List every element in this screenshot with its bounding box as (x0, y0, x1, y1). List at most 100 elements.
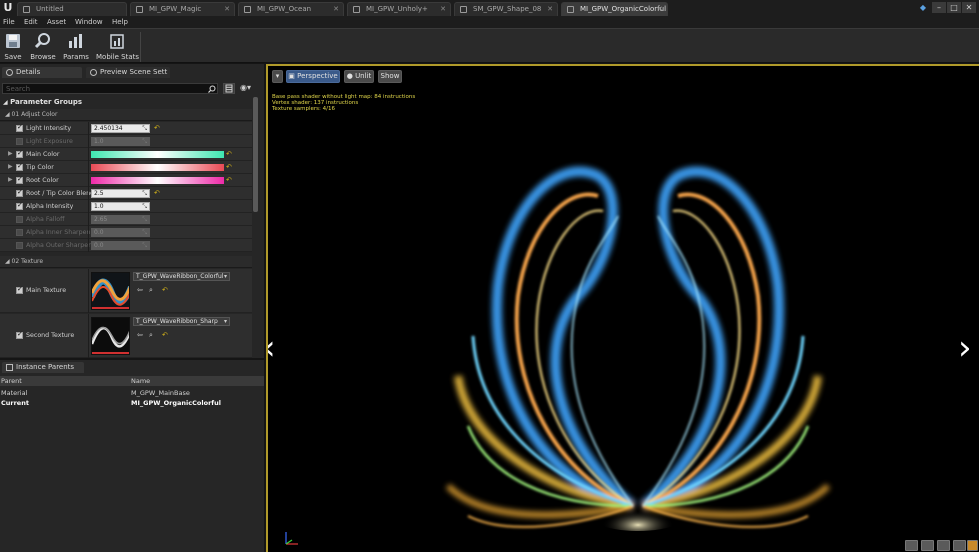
tab-untitled[interactable]: Untitled (17, 2, 127, 16)
menu-asset[interactable]: Asset (47, 16, 66, 28)
column-divider (88, 269, 89, 313)
drag-arrows-icon: ⤡ (142, 203, 147, 210)
menu-file[interactable]: File (3, 16, 15, 28)
visibility-eye-icon[interactable]: ◉▾ (240, 83, 258, 94)
main-texture-asset-dropdown[interactable]: T_GPW_WaveRibbon_Colorful ▾ (133, 272, 230, 281)
table-row[interactable]: Material M_GPW_MainBase (0, 388, 264, 398)
param-enable-checkbox[interactable] (16, 188, 23, 197)
use-selected-arrow-icon[interactable]: ⇦ (137, 331, 143, 339)
reset-to-default-icon[interactable]: ↶ (162, 331, 168, 339)
close-window-button[interactable]: ✕ (962, 2, 976, 13)
second-texture-asset-dropdown[interactable]: T_GPW_WaveRibbon_Sharp ▾ (133, 317, 230, 326)
wing-effect-preview (445, 166, 831, 531)
params-button[interactable]: Params (62, 30, 90, 63)
param-enable-checkbox[interactable] (16, 201, 23, 210)
lit-mode-button[interactable]: ● Unlit (344, 70, 374, 83)
preview-cube-button[interactable] (953, 540, 966, 551)
param-enable-checkbox[interactable] (16, 242, 23, 249)
expand-arrow-icon[interactable]: ▶ (8, 150, 13, 157)
tab-mi-gpw-unholy[interactable]: MI_GPW_Unholy+ ✕ (347, 2, 451, 16)
main-color-swatch[interactable] (91, 151, 224, 158)
drag-arrows-icon: ⤡ (142, 229, 147, 236)
tab-preview-scene-settings[interactable]: Preview Scene Sett (86, 67, 170, 78)
root-color-swatch[interactable] (91, 177, 224, 184)
param-enable-checkbox[interactable] (16, 175, 23, 184)
feedback-icon[interactable]: ◆ (916, 2, 930, 13)
light-exposure-field[interactable]: 1.0 ⤡ (91, 137, 150, 146)
close-icon[interactable]: ✕ (224, 3, 230, 15)
use-selected-arrow-icon[interactable]: ⇦ (137, 286, 143, 294)
tab-details[interactable]: Details (2, 67, 82, 78)
parameter-groups-header[interactable]: ◢ Parameter Groups (0, 97, 252, 108)
param-enable-checkbox[interactable] (16, 285, 23, 294)
menu-edit[interactable]: Edit (24, 16, 38, 28)
group-adjust-color[interactable]: ◢ 01 Adjust Color (0, 109, 252, 121)
param-enable-checkbox[interactable] (16, 149, 23, 158)
minimize-button[interactable]: – (932, 2, 946, 13)
tab-mi-gpw-ocean[interactable]: MI_GPW_Ocean ✕ (238, 2, 344, 16)
table-row[interactable]: Current MI_GPW_OrganicColorful (0, 398, 264, 408)
preview-mesh-button[interactable] (967, 540, 978, 551)
grid-view-button[interactable] (223, 83, 235, 94)
carousel-next-arrow[interactable]: › (958, 331, 972, 365)
perspective-button[interactable]: ▣ Perspective (286, 70, 340, 83)
column-header-name[interactable]: Name (131, 376, 150, 386)
maximize-button[interactable]: □ (947, 2, 961, 13)
browse-asset-icon[interactable]: ⌕ (149, 286, 153, 295)
group-texture[interactable]: ◢ 02 Texture (0, 256, 252, 268)
close-icon[interactable]: ✕ (547, 3, 553, 15)
param-enable-checkbox[interactable] (16, 162, 23, 171)
column-header-parent[interactable]: Parent (1, 376, 22, 386)
preview-sphere-button[interactable] (921, 540, 934, 551)
preview-plane-button[interactable] (937, 540, 950, 551)
reset-to-default-icon[interactable]: ↶ (226, 150, 232, 159)
search-input[interactable] (3, 84, 193, 93)
mobile-stats-button[interactable]: Mobile Stats (96, 30, 139, 63)
reset-to-default-icon[interactable]: ↶ (226, 176, 232, 185)
tip-color-swatch[interactable] (91, 164, 224, 171)
second-texture-thumbnail[interactable] (91, 317, 130, 355)
param-alpha-outer-sharpen: Alpha Outer Sharpen 0.0 ⤡ (0, 239, 252, 252)
close-icon[interactable]: ✕ (440, 3, 446, 15)
drag-arrows-icon: ⤡ (142, 242, 147, 249)
menu-help[interactable]: Help (112, 16, 128, 28)
reset-to-default-icon[interactable]: ↶ (154, 124, 160, 133)
carousel-prev-arrow[interactable]: ‹ (268, 331, 276, 365)
param-enable-checkbox[interactable] (16, 229, 23, 236)
close-icon[interactable]: ✕ (657, 3, 663, 15)
material-instance-icon (136, 6, 143, 13)
column-divider (88, 161, 89, 174)
light-intensity-field[interactable]: 2.450134 ⤡ (91, 124, 150, 133)
viewport-options-button[interactable]: ▾ (272, 70, 283, 83)
expand-arrow-icon[interactable]: ▶ (8, 163, 13, 170)
param-enable-checkbox[interactable] (16, 138, 23, 145)
column-divider (88, 148, 89, 161)
preview-cylinder-button[interactable] (905, 540, 918, 551)
param-enable-checkbox[interactable] (16, 330, 23, 339)
browse-asset-icon[interactable]: ⌕ (149, 331, 153, 340)
tab-instance-parents[interactable]: Instance Parents (2, 362, 84, 373)
preview-viewport[interactable]: ▾ ▣ Perspective ● Unlit Show Base pass s… (266, 64, 979, 552)
param-enable-checkbox[interactable] (16, 123, 23, 132)
main-texture-thumbnail[interactable] (91, 272, 130, 310)
show-button[interactable]: Show (378, 70, 402, 83)
param-enable-checkbox[interactable] (16, 216, 23, 223)
alpha-outer-sharpen-field[interactable]: 0.0 ⤡ (91, 241, 150, 250)
save-button[interactable]: Save (2, 30, 24, 63)
browse-button[interactable]: Browse (29, 30, 57, 63)
tab-mi-gpw-magic[interactable]: MI_GPW_Magic ✕ (130, 2, 235, 16)
tab-mi-gpw-organiccolorful[interactable]: MI_GPW_OrganicColorful ✕ (561, 2, 668, 16)
alpha-falloff-field[interactable]: 2.65 ⤡ (91, 215, 150, 224)
expand-arrow-icon[interactable]: ▶ (8, 176, 13, 183)
alpha-inner-sharpen-field[interactable]: 0.0 ⤡ (91, 228, 150, 237)
reset-to-default-icon[interactable]: ↶ (162, 286, 168, 294)
alpha-intensity-field[interactable]: 1.0 ⤡ (91, 202, 150, 211)
menu-window[interactable]: Window (75, 16, 103, 28)
reset-to-default-icon[interactable]: ↶ (226, 163, 232, 172)
details-scrollbar[interactable] (253, 97, 258, 212)
mobile-stats-icon (108, 32, 126, 50)
root-tip-blend-field[interactable]: 2.5 ⤡ (91, 189, 150, 198)
close-icon[interactable]: ✕ (333, 3, 339, 15)
tab-sm-gpw-shape-08[interactable]: SM_GPW_Shape_08 ✕ (454, 2, 558, 16)
reset-to-default-icon[interactable]: ↶ (154, 189, 160, 198)
